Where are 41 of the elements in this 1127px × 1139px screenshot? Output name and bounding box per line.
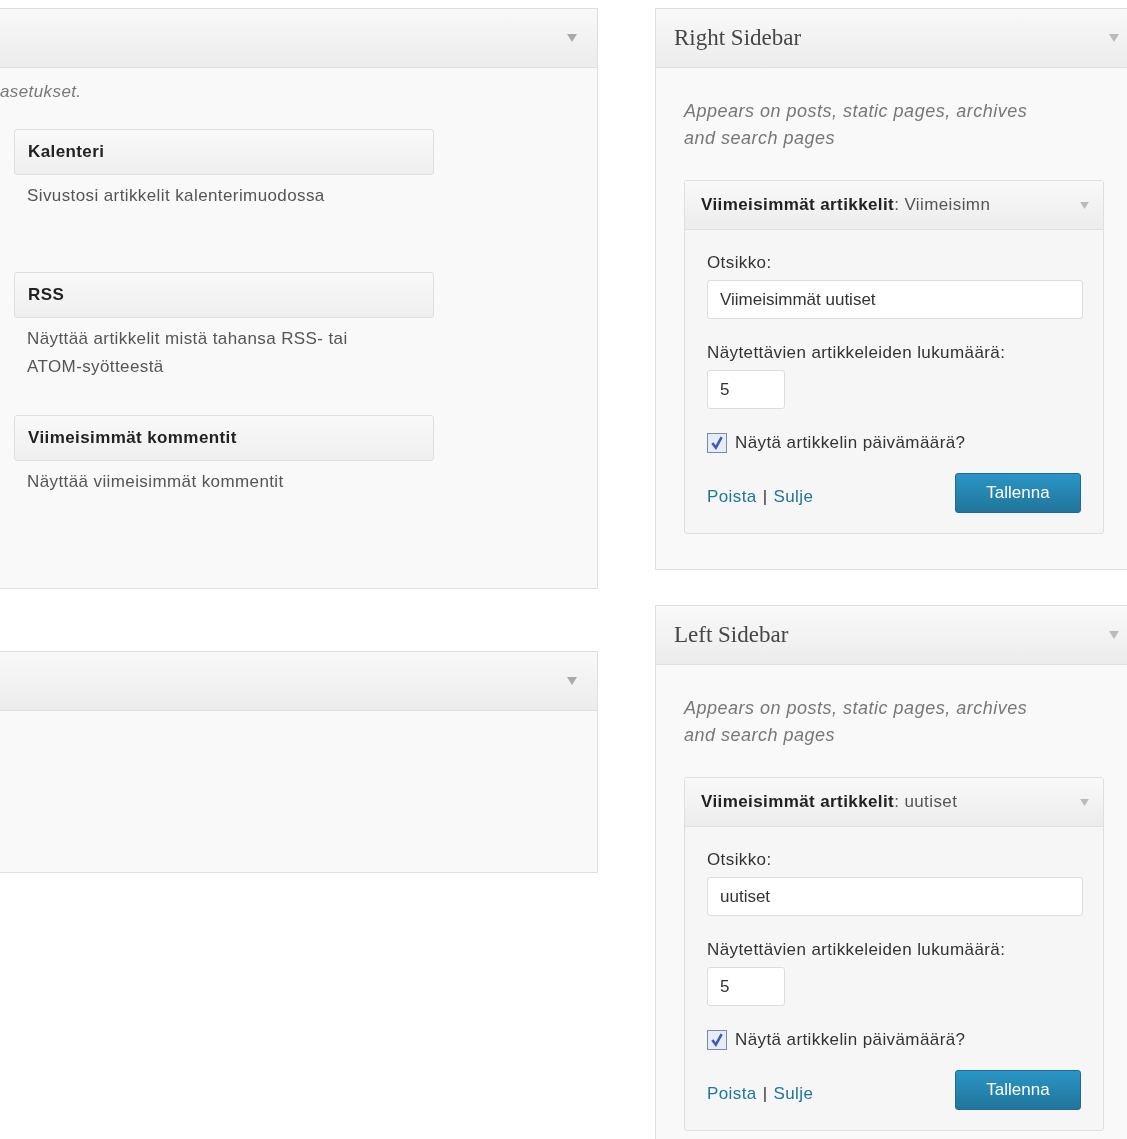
toggle-arrow-icon[interactable] [1080, 201, 1089, 209]
close-link[interactable]: Sulje [773, 1084, 814, 1104]
sidebar-title: Right Sidebar [674, 25, 802, 51]
toggle-arrow-icon[interactable] [1080, 798, 1089, 806]
checkbox-label: Näytä artikkelin päivämäärä? [735, 433, 966, 453]
sidebar-title: Left Sidebar [674, 622, 789, 648]
close-link[interactable]: Sulje [773, 487, 814, 507]
area-description: asetukset. [0, 81, 83, 103]
field-label: Otsikko: [707, 252, 773, 274]
save-button[interactable]: Tallenna [955, 1070, 1081, 1110]
delete-link[interactable]: Poista [707, 1084, 757, 1104]
field-label: Otsikko: [707, 849, 773, 871]
widget-description: Näyttää viimeisimmät kommentit [26, 471, 285, 493]
link-separator: | [762, 487, 768, 507]
widget-title[interactable]: RSS [14, 272, 434, 318]
link-separator: | [762, 1084, 768, 1104]
widget-title: Viimeisimmät artikkelit: Viimeisimn [701, 195, 992, 215]
widget-title[interactable]: Viimeisimmät kommentit [14, 415, 434, 461]
title-input[interactable]: uutiset [707, 877, 1083, 916]
widget-title: Viimeisimmät artikkelit: uutiset [701, 792, 959, 812]
sidebar-description: Appears on posts, static pages, archives and search pages [684, 697, 1029, 747]
widget-title[interactable]: Kalenteri [14, 129, 434, 175]
save-button[interactable]: Tallenna [955, 473, 1081, 513]
checkbox[interactable] [707, 433, 727, 453]
checkbox-label: Näytä artikkelin päivämäärä? [735, 1030, 966, 1050]
toggle-arrow-icon[interactable] [567, 34, 577, 42]
toggle-arrow-icon[interactable] [1109, 631, 1119, 639]
widget-description: Näyttää artikkelit mistä tahansa RSS- tai ATOM-syötteestä [26, 328, 349, 378]
checkbox[interactable] [707, 1030, 727, 1050]
toggle-arrow-icon[interactable] [567, 677, 577, 685]
count-input[interactable]: 5 [707, 967, 785, 1006]
widget-header[interactable]: Viimeisimmät artikkelit: Viimeisimn [685, 181, 1103, 230]
widget-header[interactable]: Viimeisimmät artikkelit: uutiset [685, 778, 1103, 827]
toggle-arrow-icon[interactable] [1109, 34, 1119, 42]
count-input[interactable]: 5 [707, 370, 785, 409]
field-label: Näytettävien artikkeleiden lukumäärä: [707, 342, 1007, 364]
title-input[interactable]: Viimeisimmät uutiset [707, 280, 1083, 319]
delete-link[interactable]: Poista [707, 487, 757, 507]
widget-description: Sivustosi artikkelit kalenterimuodossa [26, 185, 326, 207]
sidebar-description: Appears on posts, static pages, archives and search pages [684, 100, 1029, 150]
field-label: Näytettävien artikkeleiden lukumäärä: [707, 939, 1007, 961]
